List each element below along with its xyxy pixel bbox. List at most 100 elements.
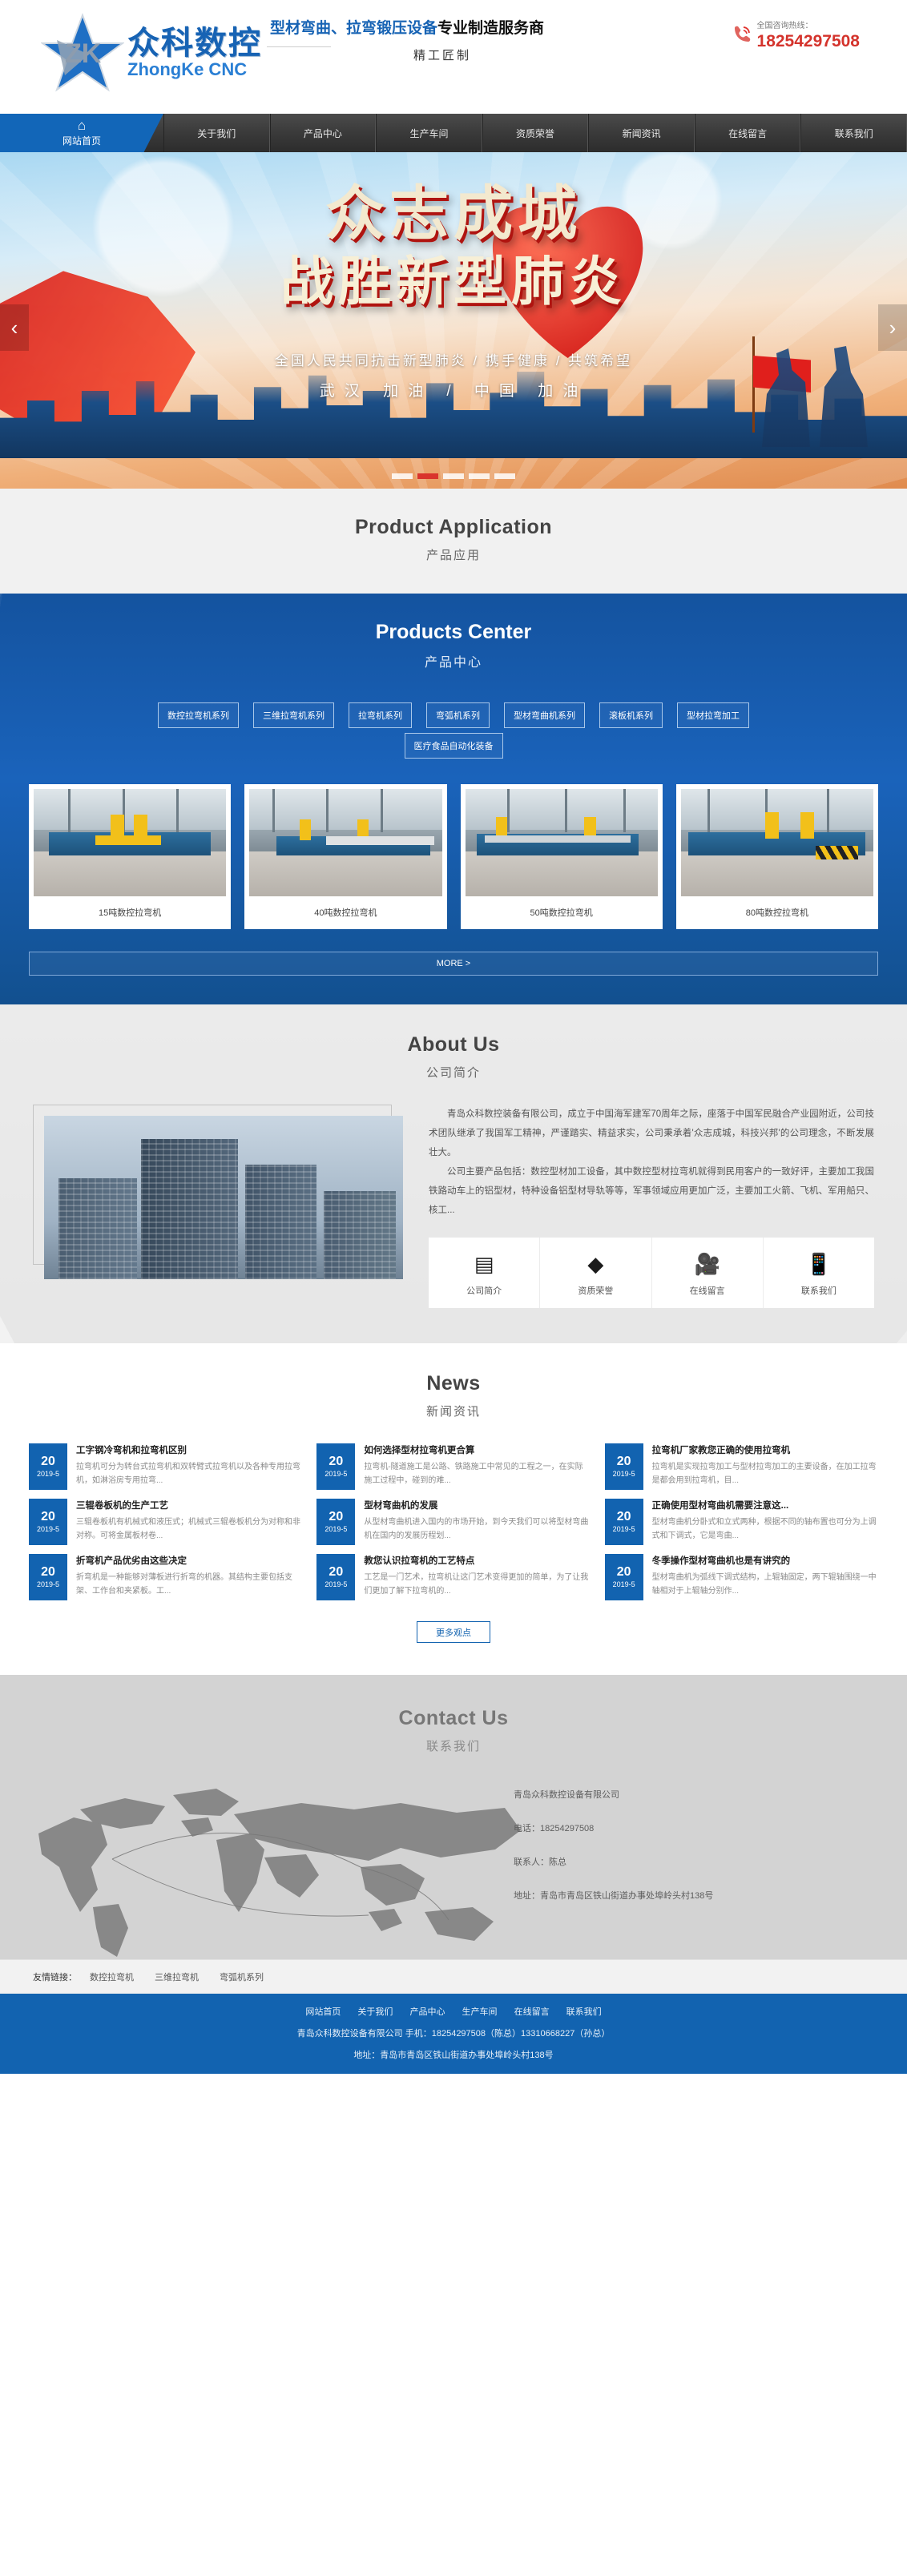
footer-nav-about[interactable]: 关于我们 [357,2007,393,2017]
home-icon: ⌂ [77,118,87,133]
nav-item-workshop[interactable]: 生产车间 [376,114,482,152]
news-title[interactable]: 如何选择型材拉弯机更合算 [364,1443,590,1456]
about-link-contact[interactable]: 📱 联系我们 [764,1238,874,1308]
news-desc: 型材弯曲机分卧式和立式两种，根据不同的轴布置也可分为上调式和下调式，它是弯曲..… [651,1518,877,1540]
news-heading: News 新闻资讯 [0,1372,907,1419]
news-month: 2019-5 [36,1524,60,1533]
news-item[interactable]: 20 2019-5 如何选择型材拉弯机更合算 拉弯机-隧道施工是公路、铁路施工中… [316,1443,590,1490]
news-more-button[interactable]: 更多观点 [417,1621,490,1643]
product-tab-profile-bender[interactable]: 型材弯曲机系列 [504,702,585,728]
news-title[interactable]: 冬季操作型材弯曲机也是有讲究的 [652,1554,878,1567]
news-month: 2019-5 [325,1580,348,1588]
product-category-tabs-row2[interactable]: 医疗食品自动化装备 [0,733,907,763]
product-card[interactable]: 80吨数控拉弯机 [675,784,878,929]
product-caption: 15吨数控拉弯机 [99,908,162,918]
footer-nav-home[interactable]: 网站首页 [305,2007,341,2017]
star-logo-icon: ZK [39,13,126,93]
slogan-rest: 专业制造服务商 [437,20,545,37]
product-tab-profile-processing[interactable]: 型材拉弯加工 [677,702,749,728]
nav-item-message[interactable]: 在线留言 [694,114,801,152]
about-link-message[interactable]: 🎥 在线留言 [652,1238,764,1308]
news-item[interactable]: 20 2019-5 冬季操作型材弯曲机也是有讲究的 型材弯曲机为弧线下调式结构，… [604,1554,878,1600]
news-month: 2019-5 [612,1469,635,1478]
news-day: 20 [329,1509,344,1523]
news-item[interactable]: 20 2019-5 正确使用型材弯曲机需要注意这... 型材弯曲机分卧式和立式两… [604,1499,878,1545]
banner-dot[interactable] [494,473,515,479]
contact-title-en: Contact Us [398,1707,509,1729]
footer-company-line: 青岛众科数控设备有限公司 手机：18254297508（陈总）133106682… [296,2029,611,2039]
nav-item-home[interactable]: ⌂ 网站首页 [0,114,163,152]
nav-item-honors[interactable]: 资质荣誉 [482,114,589,152]
banner-dots[interactable] [0,473,907,479]
news-title[interactable]: 三辊卷板机的生产工艺 [76,1499,302,1511]
news-title[interactable]: 拉弯机厂家教您正确的使用拉弯机 [652,1443,878,1456]
banner-dot[interactable] [392,473,413,479]
main-navigation[interactable]: ⌂ 网站首页 关于我们 产品中心 生产车间 资质荣誉 新闻资讯 在线留言 联系我… [0,114,907,152]
news-item[interactable]: 20 2019-5 折弯机产品优劣由这些决定 折弯机是一种能够对薄板进行折弯的机… [29,1554,302,1600]
news-item[interactable]: 20 2019-5 拉弯机厂家教您正确的使用拉弯机 拉弯机是实现拉弯加工与型材拉… [604,1443,878,1490]
friend-link[interactable]: 三维拉弯机 [155,1970,199,1983]
footer-nav-workshop[interactable]: 生产车间 [462,2007,498,2017]
news-day: 20 [41,1509,55,1523]
product-card[interactable]: 40吨数控拉弯机 [244,784,447,929]
product-caption: 50吨数控拉弯机 [530,908,593,918]
news-title[interactable]: 工字钢冷弯机和拉弯机区别 [76,1443,302,1456]
footer-nav-products[interactable]: 产品中心 [409,2007,445,2017]
news-date-badge: 20 2019-5 [604,1443,643,1490]
news-day: 20 [616,1564,631,1579]
product-caption: 40吨数控拉弯机 [314,908,377,918]
news-item[interactable]: 20 2019-5 教您认识拉弯机的工艺特点 工艺是一门艺术，拉弯机让这门艺术变… [316,1554,590,1600]
nav-item-news[interactable]: 新闻资讯 [588,114,695,152]
footer-nav[interactable]: 网站首页 关于我们 产品中心 生产车间 在线留言 联系我们 [0,2005,907,2018]
product-tab-medical-food-automation[interactable]: 医疗食品自动化装备 [404,733,503,759]
site-logo[interactable]: ZK 众科数控 ZhongKe CNC [39,13,262,93]
banner-prev-arrow[interactable]: ‹ [0,304,29,351]
news-title[interactable]: 型材弯曲机的发展 [364,1499,590,1511]
footer-nav-contact[interactable]: 联系我们 [566,2007,602,2017]
nav-item-about[interactable]: 关于我们 [163,114,270,152]
products-more-button[interactable]: MORE > [29,952,878,976]
news-grid: 20 2019-5 工字钢冷弯机和拉弯机区别 拉弯机可分为转台式拉弯机和双转臂式… [29,1443,878,1600]
news-column: 20 2019-5 如何选择型材拉弯机更合算 拉弯机-隧道施工是公路、铁路施工中… [316,1443,590,1600]
banner-title-line2: 战胜新型肺炎 [280,252,627,311]
news-desc: 工艺是一门艺术，拉弯机让这门艺术变得更加的简单，为了让我们更加了解下拉弯机的..… [364,1573,589,1596]
product-tab-3d-stretch[interactable]: 三维拉弯机系列 [253,702,334,728]
product-image [249,789,442,896]
news-item[interactable]: 20 2019-5 工字钢冷弯机和拉弯机区别 拉弯机可分为转台式拉弯机和双转臂式… [29,1443,302,1490]
banner-next-arrow[interactable]: › [878,304,907,351]
nav-label-about: 关于我们 [197,127,236,139]
slogan-sub: 精工匠制 [413,49,471,62]
news-item[interactable]: 20 2019-5 型材弯曲机的发展 从型材弯曲机进入国内的市场开始，到今天我们… [316,1499,590,1545]
news-title[interactable]: 教您认识拉弯机的工艺特点 [364,1554,590,1567]
banner-dot-active[interactable] [417,473,438,479]
contact-section: Contact Us 联系我们 青岛众科数控设备有限公司 电话：18254297… [0,1675,907,1959]
about-link-honors[interactable]: ◆ 资质荣誉 [540,1238,652,1308]
friend-link[interactable]: 数控拉弯机 [90,1970,134,1983]
product-caption: 80吨数控拉弯机 [745,908,808,918]
product-category-tabs[interactable]: 数控拉弯机系列 三维拉弯机系列 拉弯机系列 弯弧机系列 型材弯曲机系列 滚板机系… [29,702,878,733]
news-item[interactable]: 20 2019-5 三辊卷板机的生产工艺 三辊卷板机有机械式和液压式；机械式三辊… [29,1499,302,1545]
about-link-profile[interactable]: ▤ 公司简介 [429,1238,541,1308]
friend-link[interactable]: 弯弧机系列 [220,1970,264,1983]
product-tab-roller[interactable]: 滚板机系列 [599,702,663,728]
banner-dot[interactable] [469,473,490,479]
hero-banner[interactable]: 众志成城 战胜新型肺炎 全国人民共同抗击新型肺炎 / 携手健康 / 共筑希望 武… [0,152,907,489]
footer-nav-message[interactable]: 在线留言 [514,2007,550,2017]
svg-text:ZK: ZK [65,38,102,69]
product-tab-arc-bender[interactable]: 弯弧机系列 [426,702,490,728]
news-title[interactable]: 折弯机产品优劣由这些决定 [76,1554,302,1567]
contact-phone: 电话：18254297508 [514,1824,595,1833]
product-card[interactable]: 50吨数控拉弯机 [460,784,663,929]
banner-dot[interactable] [443,473,464,479]
news-desc: 从型材弯曲机进入国内的市场开始，到今天我们可以将型材弯曲机在国内的发展历程划..… [364,1518,589,1540]
product-tab-cnc-stretch[interactable]: 数控拉弯机系列 [158,702,239,728]
hotline-number[interactable]: 18254297508 [757,32,860,51]
phone-icon [732,24,752,45]
news-title[interactable]: 正确使用型材弯曲机需要注意这... [652,1499,878,1511]
nav-item-products[interactable]: 产品中心 [269,114,377,152]
about-quick-links[interactable]: ▤ 公司简介 ◆ 资质荣誉 🎥 在线留言 📱 联系我们 [429,1238,874,1308]
product-card[interactable]: 15吨数控拉弯机 [29,784,232,929]
product-tab-stretch[interactable]: 拉弯机系列 [349,702,412,728]
nav-item-contact[interactable]: 联系我们 [800,114,907,152]
video-camera-icon: 🎥 [694,1252,720,1276]
